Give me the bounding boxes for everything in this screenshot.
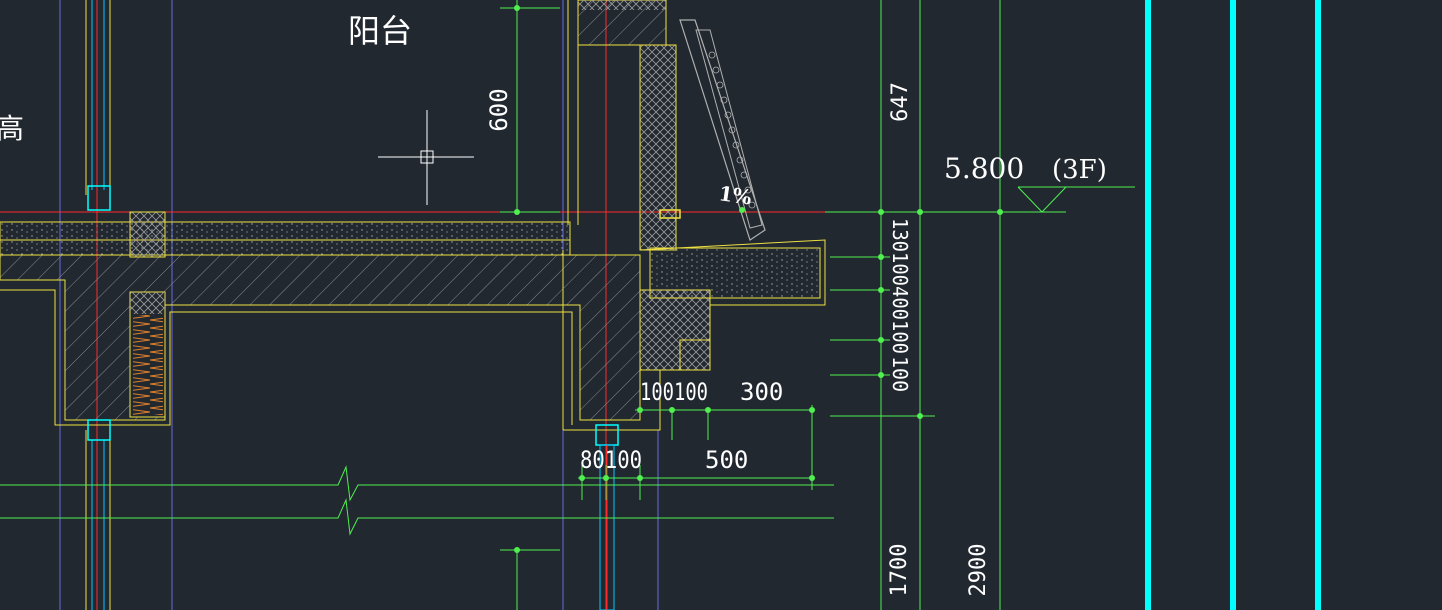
elevation-floor: (3F) [1052, 155, 1107, 185]
dim-low-1: 1700 [887, 544, 912, 597]
dim-stack: 130100400100 [888, 218, 912, 354]
dim-vertical-left: 600 [485, 88, 513, 131]
dim-low-2: 2900 [966, 544, 991, 597]
dim-stack-tail: 100 [888, 356, 912, 392]
room-label: 阳台 [348, 12, 412, 50]
cad-drawing-canvas[interactable]: 阳台 高 1% 5.800 (3F) 600 647 130100400100 … [0, 0, 1442, 610]
dim-bottom-row2-a: 80100 [580, 446, 642, 474]
dim-vertical-right-top: 647 [888, 82, 913, 122]
dim-bottom-row1-b: 300 [740, 378, 783, 406]
dim-bottom-row1-a: 100100 [640, 378, 708, 406]
elevation-value: 5.800 [944, 152, 1024, 185]
slope-label: 1% [717, 181, 753, 209]
dim-bottom-row2-b: 500 [705, 446, 748, 474]
clipped-label: 高 [0, 112, 24, 145]
